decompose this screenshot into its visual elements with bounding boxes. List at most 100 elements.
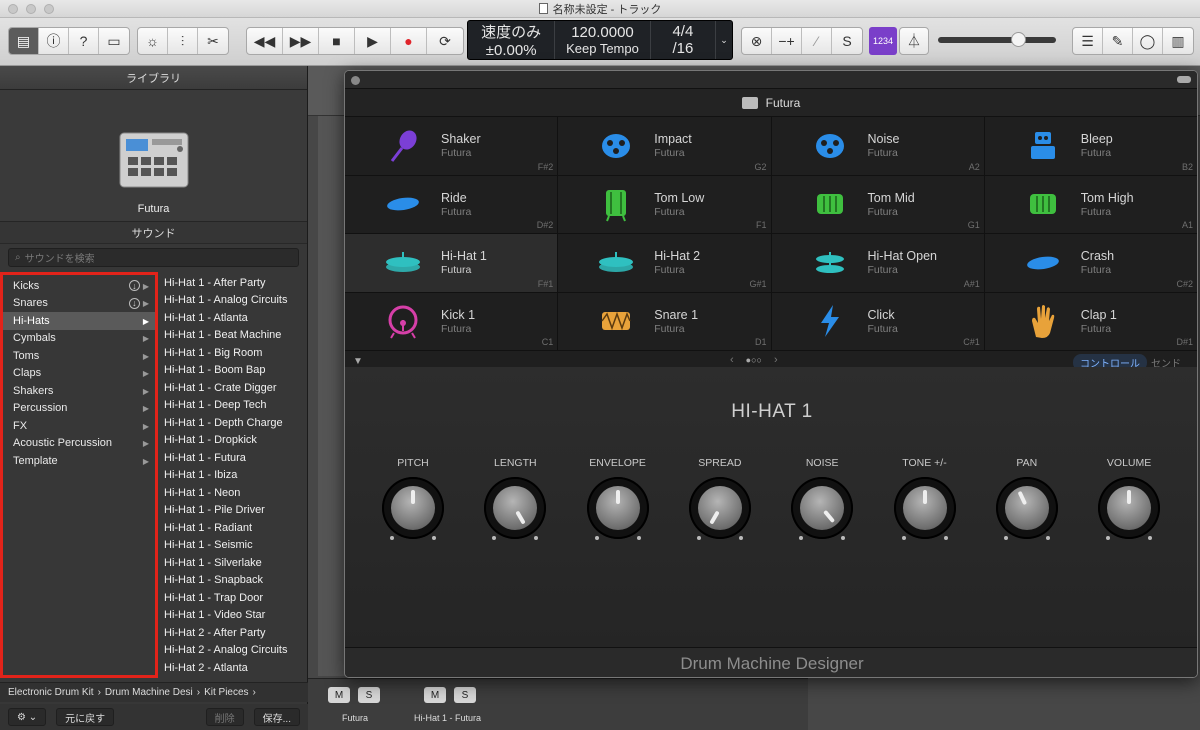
sound-item[interactable]: Hi-Hat 1 - Video Star — [164, 607, 308, 625]
sound-item[interactable]: Hi-Hat 1 - Silverlake — [164, 554, 308, 572]
sound-item[interactable]: Hi-Hat 1 - Snapback — [164, 572, 308, 590]
knob-envelope[interactable]: ENVELOPE — [583, 457, 653, 540]
sound-item[interactable]: Hi-Hat 1 - Depth Charge — [164, 414, 308, 432]
sound-item[interactable]: Hi-Hat 1 - Trap Door — [164, 589, 308, 607]
sound-search-field[interactable]: ⌕ サウンドを検索 — [8, 248, 299, 267]
close-window-button[interactable] — [8, 4, 18, 14]
lcd-display[interactable]: 速度のみ ±0.00% 120.0000 Keep Tempo 4/4 /16 … — [467, 20, 733, 60]
page-dots[interactable]: ●○○ — [746, 355, 762, 365]
path-segment[interactable]: Kit Pieces — [204, 687, 248, 698]
mixer-button[interactable]: ⫶ — [168, 28, 198, 54]
drum-pad[interactable]: Clap 1 Futura D#1 — [984, 292, 1197, 350]
sound-item[interactable]: Hi-Hat 1 - Crate Digger — [164, 379, 308, 397]
library-button[interactable]: ▤ — [9, 28, 39, 54]
lcd-menu-chevron-icon[interactable]: ⌄ — [720, 35, 728, 46]
count-in-button[interactable]: 1234 — [869, 27, 897, 55]
category-item[interactable]: Kicks ↓ ▶ — [3, 277, 155, 295]
autopunch-button[interactable]: −+ — [772, 28, 802, 54]
category-item[interactable]: Claps ▶ — [3, 365, 155, 383]
metronome-button[interactable]: ⏃ — [900, 28, 928, 54]
list-editors-button[interactable]: ☰ — [1073, 28, 1103, 54]
drum-pad[interactable]: Shaker Futura F#2 — [345, 117, 558, 175]
mute-button[interactable]: M — [328, 687, 350, 703]
save-button[interactable]: 保存... — [253, 708, 300, 726]
category-item[interactable]: Cymbals ▶ — [3, 330, 155, 348]
category-item[interactable]: Template ▶ — [3, 452, 155, 470]
notepad-button[interactable]: ✎ — [1103, 28, 1133, 54]
drum-pad[interactable]: Noise Futura A2 — [771, 117, 984, 175]
knob-body[interactable] — [586, 477, 649, 539]
category-item[interactable]: Shakers ▶ — [3, 382, 155, 400]
knob-volume[interactable]: VOLUME — [1094, 457, 1164, 540]
knob-body[interactable] — [688, 477, 751, 539]
solo-button[interactable]: S — [832, 28, 862, 54]
knob-noise[interactable]: NOISE — [787, 457, 857, 540]
loop-browser-button[interactable]: ◯ — [1133, 28, 1163, 54]
settings-menu-button[interactable]: ⚙ ⌄ — [8, 708, 47, 726]
sound-item[interactable]: Hi-Hat 2 - Atlanta — [164, 659, 308, 677]
sound-item[interactable]: Hi-Hat 1 - Atlanta — [164, 309, 308, 327]
path-segment[interactable]: Drum Machine Desi — [105, 687, 193, 698]
category-item[interactable]: Acoustic Percussion ▶ — [3, 435, 155, 453]
category-item[interactable]: Toms ▶ — [3, 347, 155, 365]
knob-body[interactable] — [382, 477, 444, 539]
previous-page-icon[interactable]: ‹ — [730, 354, 734, 366]
delete-button[interactable]: 削除 — [205, 708, 244, 726]
master-volume-slider[interactable] — [938, 32, 1056, 47]
minimize-window-button[interactable] — [26, 4, 36, 14]
sound-item[interactable]: Hi-Hat 1 - Ibiza — [164, 467, 308, 485]
drum-pad[interactable]: Click Futura C#1 — [771, 292, 984, 350]
sound-item[interactable]: Hi-Hat 2 - After Party — [164, 624, 308, 642]
knob-pitch[interactable]: PITCH — [378, 457, 448, 540]
mute-button[interactable]: M — [424, 687, 446, 703]
sound-item[interactable]: Hi-Hat 1 - Analog Circuits — [164, 292, 308, 310]
quick-help-button[interactable]: ? — [69, 28, 99, 54]
drum-pad[interactable]: Hi-Hat Open Futura A#1 — [771, 234, 984, 292]
close-plugin-button[interactable] — [351, 76, 360, 85]
sound-item[interactable]: Hi-Hat 1 - Futura — [164, 449, 308, 467]
sound-item[interactable]: Hi-Hat 1 - Neon — [164, 484, 308, 502]
revert-button[interactable]: 元に戻す — [56, 708, 115, 726]
sound-item[interactable]: Hi-Hat 1 - Big Room — [164, 344, 308, 362]
play-button[interactable]: ▶ — [355, 28, 391, 54]
drum-pad[interactable]: Ride Futura D#2 — [345, 175, 558, 233]
inspector-button[interactable]: ⓘ — [39, 28, 69, 54]
sound-item[interactable]: Hi-Hat 1 - After Party — [164, 274, 308, 292]
knob-body[interactable] — [791, 477, 854, 539]
sound-item[interactable]: Hi-Hat 1 - Dropkick — [164, 432, 308, 450]
tuner-button[interactable]: ⁄ — [802, 28, 832, 54]
zoom-window-button[interactable] — [44, 4, 54, 14]
drum-pad[interactable]: Bleep Futura B2 — [984, 117, 1197, 175]
sound-item[interactable]: Hi-Hat 1 - Boom Bap — [164, 362, 308, 380]
knob-body[interactable] — [995, 477, 1058, 539]
sound-item[interactable]: Hi-Hat 1 - Radiant — [164, 519, 308, 537]
sound-item[interactable]: Hi-Hat 1 - Deep Tech — [164, 397, 308, 415]
drum-pad[interactable]: Impact Futura G2 — [558, 117, 771, 175]
knob-length[interactable]: LENGTH — [480, 457, 550, 540]
drum-pad[interactable]: Tom Low Futura F1 — [558, 175, 771, 233]
replace-button[interactable]: ⊗ — [742, 28, 772, 54]
knob-body[interactable] — [893, 477, 956, 539]
drum-pad[interactable]: Tom High Futura A1 — [984, 175, 1197, 233]
rewind-button[interactable]: ◀◀ — [247, 28, 283, 54]
editors-button[interactable]: ✂ — [198, 28, 228, 54]
smart-controls-button[interactable]: ☼ — [138, 28, 168, 54]
next-page-icon[interactable]: › — [774, 354, 778, 366]
solo-button[interactable]: S — [358, 687, 380, 703]
download-icon[interactable]: ↓ — [128, 280, 140, 292]
browser-button[interactable]: ▥ — [1163, 28, 1193, 54]
drum-pad[interactable]: Snare 1 Futura D1 — [558, 292, 771, 350]
knob-pan[interactable]: PAN — [992, 457, 1062, 540]
category-item[interactable]: Hi-Hats ▶ — [3, 312, 155, 330]
stop-button[interactable]: ■ — [319, 28, 355, 54]
drum-pad[interactable]: Crash Futura C#2 — [984, 234, 1197, 292]
drum-pad[interactable]: Hi-Hat 2 Futura G#1 — [558, 234, 771, 292]
fast-forward-button[interactable]: ▶▶ — [283, 28, 319, 54]
download-icon[interactable]: ↓ — [128, 297, 140, 309]
drum-pad[interactable]: Hi-Hat 1 Futura F#1 — [345, 234, 558, 292]
sound-item[interactable]: Hi-Hat 1 - Seismic — [164, 537, 308, 555]
knob-body[interactable] — [1098, 477, 1161, 539]
knob-spread[interactable]: SPREAD — [685, 457, 755, 540]
path-segment[interactable]: Electronic Drum Kit — [8, 687, 94, 698]
record-button[interactable]: ● — [391, 28, 427, 54]
